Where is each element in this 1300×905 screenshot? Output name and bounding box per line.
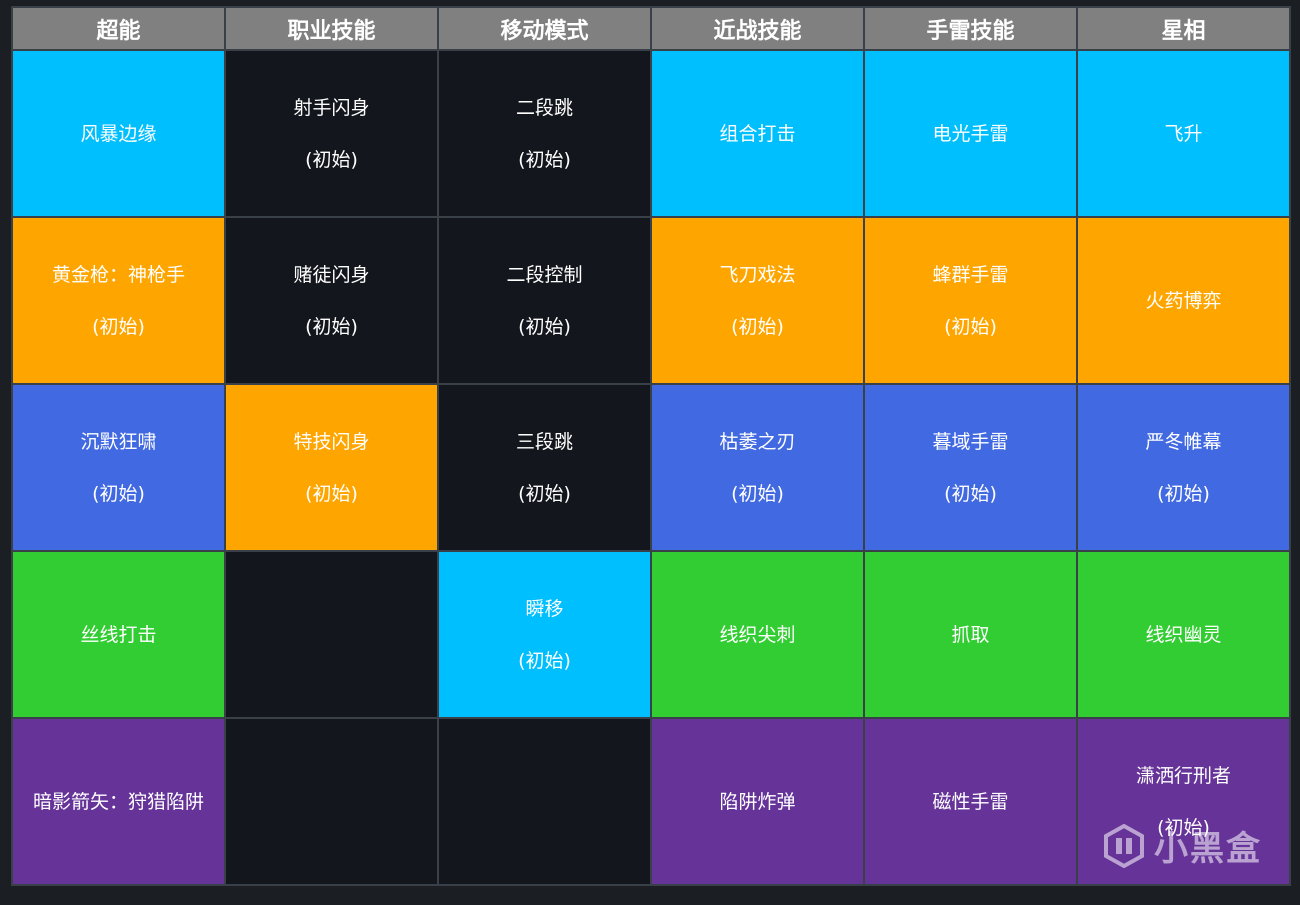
skill-note: (初始) bbox=[518, 482, 571, 505]
header-class-ability: 职业技能 bbox=[224, 6, 439, 51]
cell-movement-1: 二段跳 (初始) bbox=[437, 49, 652, 218]
cell-super-1: 风暴边缘 bbox=[11, 49, 226, 218]
cell-melee-2: 飞刀戏法 (初始) bbox=[650, 216, 865, 385]
header-melee: 近战技能 bbox=[650, 6, 865, 51]
cell-grenade-3: 暮域手雷 (初始) bbox=[863, 383, 1078, 552]
skill-note: (初始) bbox=[305, 482, 358, 505]
skill-name: 磁性手雷 bbox=[932, 790, 1009, 813]
skill-note: (初始) bbox=[92, 315, 145, 338]
skill-name: 沉默狂啸 bbox=[80, 430, 157, 453]
skill-note: (初始) bbox=[518, 315, 571, 338]
skill-name: 抓取 bbox=[951, 623, 990, 646]
skill-name: 枯萎之刃 bbox=[719, 430, 796, 453]
table-row: 黄金枪：神枪手 (初始) 赌徒闪身 (初始) 二段控制 (初始) 飞刀戏法 (初始) 蜂群手雷 (… bbox=[11, 216, 1291, 385]
cell-aspect-4: 线织幽灵 bbox=[1076, 550, 1291, 719]
skill-name: 暗影箭矢：狩猎陷阱 bbox=[32, 790, 204, 813]
skill-name: 赌徒闪身 bbox=[293, 263, 370, 286]
cell-grenade-5: 磁性手雷 bbox=[863, 717, 1078, 886]
cell-melee-4: 线织尖刺 bbox=[650, 550, 865, 719]
skill-name: 黄金枪：神枪手 bbox=[51, 263, 185, 286]
skill-note: (初始) bbox=[944, 315, 997, 338]
header-movement: 移动模式 bbox=[437, 6, 652, 51]
header-aspect: 星相 bbox=[1076, 6, 1291, 51]
skill-name: 线织尖刺 bbox=[719, 623, 796, 646]
skill-note: (初始) bbox=[92, 482, 145, 505]
skill-note: (初始) bbox=[1157, 482, 1210, 505]
skill-name: 暮域手雷 bbox=[932, 430, 1009, 453]
cell-movement-3: 三段跳 (初始) bbox=[437, 383, 652, 552]
skill-table: 超能 职业技能 移动模式 近战技能 手雷技能 星相 风暴边缘 射手闪身 (初始) 二段… bbox=[11, 6, 1291, 886]
cell-melee-3: 枯萎之刃 (初始) bbox=[650, 383, 865, 552]
skill-name: 射手闪身 bbox=[293, 96, 370, 119]
cell-grenade-4: 抓取 bbox=[863, 550, 1078, 719]
skill-name: 潇洒行刑者 bbox=[1135, 764, 1231, 787]
skill-table-container: 超能 职业技能 移动模式 近战技能 手雷技能 星相 风暴边缘 射手闪身 (初始) 二段… bbox=[11, 6, 1291, 886]
table-row: 风暴边缘 射手闪身 (初始) 二段跳 (初始) 组合打击 电光手雷 飞升 bbox=[11, 49, 1291, 218]
cell-grenade-2: 蜂群手雷 (初始) bbox=[863, 216, 1078, 385]
skill-note: (初始) bbox=[305, 148, 358, 171]
cell-class-ability-5 bbox=[224, 717, 439, 886]
cell-movement-5 bbox=[437, 717, 652, 886]
cell-aspect-2: 火药博弈 bbox=[1076, 216, 1291, 385]
cell-class-ability-2: 赌徒闪身 (初始) bbox=[224, 216, 439, 385]
cell-class-ability-3: 特技闪身 (初始) bbox=[224, 383, 439, 552]
cell-movement-4: 瞬移 (初始) bbox=[437, 550, 652, 719]
header-grenade: 手雷技能 bbox=[863, 6, 1078, 51]
table-row: 暗影箭矢：狩猎陷阱 陷阱炸弹 磁性手雷 潇洒行刑者 (初始) bbox=[11, 717, 1291, 886]
skill-name: 火药博弈 bbox=[1145, 289, 1222, 312]
cell-super-4: 丝线打击 bbox=[11, 550, 226, 719]
skill-note: (初始) bbox=[305, 315, 358, 338]
skill-note: (初始) bbox=[518, 148, 571, 171]
skill-name: 电光手雷 bbox=[932, 122, 1009, 145]
skill-name: 蜂群手雷 bbox=[932, 263, 1009, 286]
skill-note: (初始) bbox=[731, 482, 784, 505]
footer-text-cutoff bbox=[70, 895, 770, 905]
cell-aspect-5: 潇洒行刑者 (初始) bbox=[1076, 717, 1291, 886]
cell-grenade-1: 电光手雷 bbox=[863, 49, 1078, 218]
skill-name: 飞刀戏法 bbox=[719, 263, 796, 286]
skill-note: (初始) bbox=[944, 482, 997, 505]
cell-class-ability-4 bbox=[224, 550, 439, 719]
skill-name: 二段跳 bbox=[515, 96, 573, 119]
skill-name: 风暴边缘 bbox=[80, 122, 157, 145]
cell-aspect-3: 严冬帷幕 (初始) bbox=[1076, 383, 1291, 552]
skill-name: 陷阱炸弹 bbox=[719, 790, 796, 813]
cell-movement-2: 二段控制 (初始) bbox=[437, 216, 652, 385]
skill-name: 三段跳 bbox=[515, 430, 573, 453]
header-super: 超能 bbox=[11, 6, 226, 51]
skill-name: 特技闪身 bbox=[293, 430, 370, 453]
skill-name: 飞升 bbox=[1164, 122, 1203, 145]
cell-super-5: 暗影箭矢：狩猎陷阱 bbox=[11, 717, 226, 886]
cell-super-2: 黄金枪：神枪手 (初始) bbox=[11, 216, 226, 385]
skill-name: 线织幽灵 bbox=[1145, 623, 1222, 646]
header-row: 超能 职业技能 移动模式 近战技能 手雷技能 星相 bbox=[11, 6, 1291, 51]
skill-note: (初始) bbox=[731, 315, 784, 338]
skill-name: 瞬移 bbox=[525, 597, 564, 620]
cell-melee-1: 组合打击 bbox=[650, 49, 865, 218]
cell-class-ability-1: 射手闪身 (初始) bbox=[224, 49, 439, 218]
skill-name: 丝线打击 bbox=[80, 623, 157, 646]
cell-super-3: 沉默狂啸 (初始) bbox=[11, 383, 226, 552]
skill-note: (初始) bbox=[518, 649, 571, 672]
table-row: 丝线打击 瞬移 (初始) 线织尖刺 抓取 线织幽灵 bbox=[11, 550, 1291, 719]
cell-aspect-1: 飞升 bbox=[1076, 49, 1291, 218]
table-row: 沉默狂啸 (初始) 特技闪身 (初始) 三段跳 (初始) 枯萎之刃 (初始) 暮域手雷 (初始) 严… bbox=[11, 383, 1291, 552]
cell-melee-5: 陷阱炸弹 bbox=[650, 717, 865, 886]
skill-name: 组合打击 bbox=[719, 122, 796, 145]
skill-name: 二段控制 bbox=[506, 263, 583, 286]
skill-note: (初始) bbox=[1157, 816, 1210, 839]
skill-name: 严冬帷幕 bbox=[1145, 430, 1222, 453]
